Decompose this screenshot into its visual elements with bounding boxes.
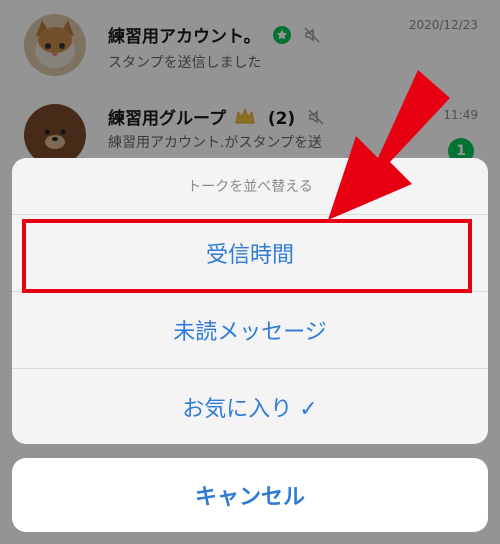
cancel-button[interactable]: キャンセル [12,458,488,532]
sort-option-favorites[interactable]: お気に入り ✓ [12,368,488,444]
sort-option-unread[interactable]: 未読メッセージ [12,291,488,368]
red-arrow-icon [328,70,450,220]
